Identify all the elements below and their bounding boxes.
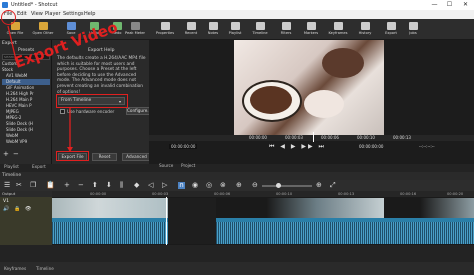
shotcut-window: Untitled* - Shotcut — ☐ ✕ File Edit View… xyxy=(0,0,474,275)
annotation-arrows xyxy=(7,25,73,152)
